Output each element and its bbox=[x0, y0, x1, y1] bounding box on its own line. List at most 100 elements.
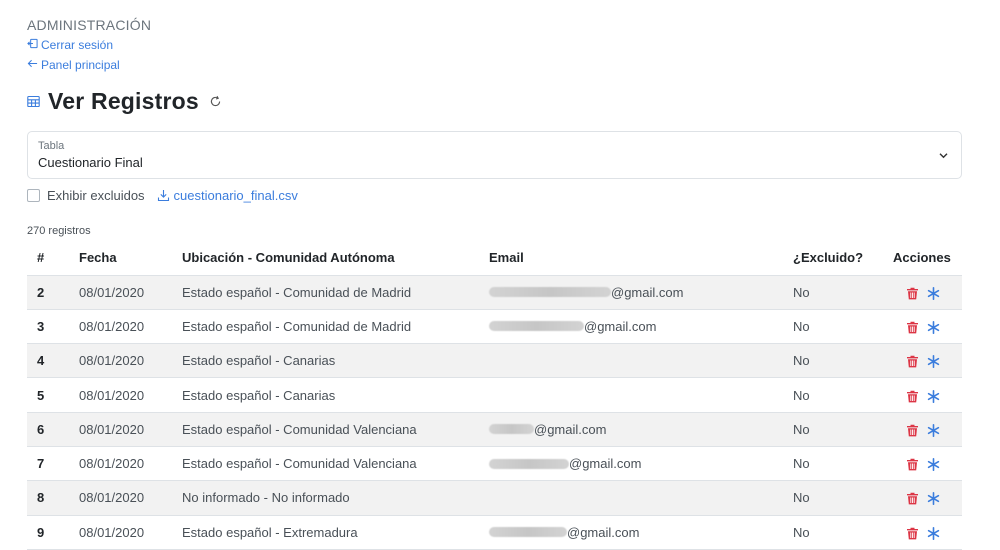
row-number: 9 bbox=[27, 515, 69, 550]
row-number: 7 bbox=[27, 446, 69, 482]
trash-icon[interactable] bbox=[906, 458, 919, 471]
row-location: Estado español - Comunidad Valenciana bbox=[172, 412, 479, 447]
redacted-email-part bbox=[489, 287, 611, 298]
page-title: Ver Registros bbox=[48, 88, 199, 114]
table-row: 3 08/01/2020 Estado español - Comunidad de… bbox=[27, 309, 962, 345]
email-domain: @gmail.com bbox=[567, 524, 640, 540]
row-excluded: No bbox=[783, 412, 883, 447]
row-location: No informado - No informado bbox=[172, 480, 479, 516]
table-select-label: Tabla bbox=[38, 140, 65, 152]
dashboard-label: Panel principal bbox=[41, 58, 120, 72]
trash-icon[interactable] bbox=[906, 390, 919, 403]
row-location: Estado español - Comunidad de Madrid bbox=[172, 275, 479, 310]
arrow-left-icon bbox=[27, 58, 38, 72]
admin-page: ADMINISTRACIÓN Cerrar sesión Panel princ… bbox=[0, 0, 1000, 550]
table-header-row: # Fecha Ubicación - Comunidad Autónoma E… bbox=[27, 241, 962, 276]
trash-icon[interactable] bbox=[906, 321, 919, 334]
redacted-email-part bbox=[489, 321, 584, 332]
asterisk-icon[interactable] bbox=[927, 320, 940, 334]
row-email bbox=[479, 343, 783, 379]
row-actions bbox=[883, 446, 962, 482]
row-actions bbox=[883, 309, 962, 345]
row-excluded: No bbox=[783, 446, 883, 482]
row-number: 4 bbox=[27, 343, 69, 379]
asterisk-icon[interactable] bbox=[927, 286, 940, 300]
row-number: 6 bbox=[27, 412, 69, 447]
redacted-email-part bbox=[489, 527, 567, 538]
email-domain: @gmail.com bbox=[584, 318, 657, 334]
records-table: # Fecha Ubicación - Comunidad Autónoma E… bbox=[27, 241, 962, 550]
row-location: Estado español - Canarias bbox=[172, 343, 479, 379]
row-date: 08/01/2020 bbox=[69, 343, 172, 379]
table-row: 2 08/01/2020 Estado español - Comunidad de… bbox=[27, 275, 962, 310]
table-icon bbox=[27, 95, 40, 108]
table-select[interactable]: Tabla Cuestionario Final bbox=[27, 131, 962, 179]
row-excluded: No bbox=[783, 343, 883, 379]
table-row: 8 08/01/2020 No informado - No informado No bbox=[27, 480, 962, 516]
col-header-number[interactable]: # bbox=[27, 241, 69, 276]
csv-download-link[interactable]: cuestionario_final.csv bbox=[157, 188, 298, 203]
show-excluded-label[interactable]: Exhibir excluidos bbox=[47, 188, 145, 203]
refresh-icon[interactable] bbox=[207, 95, 222, 108]
trash-icon[interactable] bbox=[906, 424, 919, 437]
trash-icon[interactable] bbox=[906, 492, 919, 505]
row-actions bbox=[883, 343, 962, 379]
col-header-excluded[interactable]: ¿Excluido? bbox=[783, 241, 883, 276]
row-date: 08/01/2020 bbox=[69, 515, 172, 550]
table-row: 6 08/01/2020 Estado español - Comunidad Va… bbox=[27, 412, 962, 447]
row-email: @gmail.com bbox=[479, 446, 783, 482]
trash-icon[interactable] bbox=[906, 287, 919, 300]
logout-link[interactable]: Cerrar sesión bbox=[27, 38, 113, 52]
download-icon bbox=[157, 189, 170, 202]
logout-label: Cerrar sesión bbox=[41, 38, 114, 52]
row-excluded: No bbox=[783, 275, 883, 310]
row-email: @gmail.com bbox=[479, 412, 783, 447]
row-email bbox=[479, 377, 783, 413]
row-excluded: No bbox=[783, 309, 883, 345]
asterisk-icon[interactable] bbox=[927, 389, 940, 403]
row-actions bbox=[883, 515, 962, 550]
row-email: @gmail.com bbox=[479, 515, 783, 550]
row-number: 8 bbox=[27, 480, 69, 516]
trash-icon[interactable] bbox=[906, 355, 919, 368]
row-actions bbox=[883, 412, 962, 447]
table-row: 9 08/01/2020 Estado español - Extremadura @… bbox=[27, 515, 962, 550]
row-email bbox=[479, 480, 783, 516]
asterisk-icon[interactable] bbox=[927, 355, 940, 369]
asterisk-icon[interactable] bbox=[927, 458, 940, 472]
page-heading: Ver Registros bbox=[27, 88, 222, 115]
table-select-value: Cuestionario Final bbox=[38, 155, 143, 170]
section-title: ADMINISTRACIÓN bbox=[27, 17, 152, 33]
col-header-date[interactable]: Fecha bbox=[69, 241, 172, 276]
col-header-email[interactable]: Email bbox=[479, 241, 783, 276]
row-date: 08/01/2020 bbox=[69, 377, 172, 413]
row-date: 08/01/2020 bbox=[69, 412, 172, 447]
row-location: Estado español - Extremadura bbox=[172, 515, 479, 550]
row-email: @gmail.com bbox=[479, 275, 783, 310]
row-location: Estado español - Canarias bbox=[172, 377, 479, 413]
row-location: Estado español - Comunidad de Madrid bbox=[172, 309, 479, 345]
col-header-location[interactable]: Ubicación - Comunidad Autónoma bbox=[172, 241, 479, 276]
redacted-email-part bbox=[489, 424, 534, 435]
row-excluded: No bbox=[783, 480, 883, 516]
show-excluded-checkbox[interactable] bbox=[27, 189, 40, 202]
dashboard-link[interactable]: Panel principal bbox=[27, 58, 120, 72]
asterisk-icon[interactable] bbox=[927, 526, 940, 540]
asterisk-icon[interactable] bbox=[927, 423, 940, 437]
csv-filename: cuestionario_final.csv bbox=[173, 188, 298, 203]
email-domain: @gmail.com bbox=[611, 284, 684, 300]
row-number: 3 bbox=[27, 309, 69, 345]
row-email: @gmail.com bbox=[479, 309, 783, 345]
email-domain: @gmail.com bbox=[534, 421, 607, 437]
trash-icon[interactable] bbox=[906, 527, 919, 540]
col-header-actions: Acciones bbox=[883, 241, 962, 276]
chevron-down-icon bbox=[938, 150, 949, 161]
table-row: 5 08/01/2020 Estado español - Canarias No bbox=[27, 377, 962, 413]
row-actions bbox=[883, 480, 962, 516]
table-row: 7 08/01/2020 Estado español - Comunidad Va… bbox=[27, 446, 962, 482]
asterisk-icon[interactable] bbox=[927, 492, 940, 506]
row-excluded: No bbox=[783, 377, 883, 413]
table-row: 4 08/01/2020 Estado español - Canarias No bbox=[27, 343, 962, 379]
row-actions bbox=[883, 275, 962, 310]
row-actions bbox=[883, 377, 962, 413]
